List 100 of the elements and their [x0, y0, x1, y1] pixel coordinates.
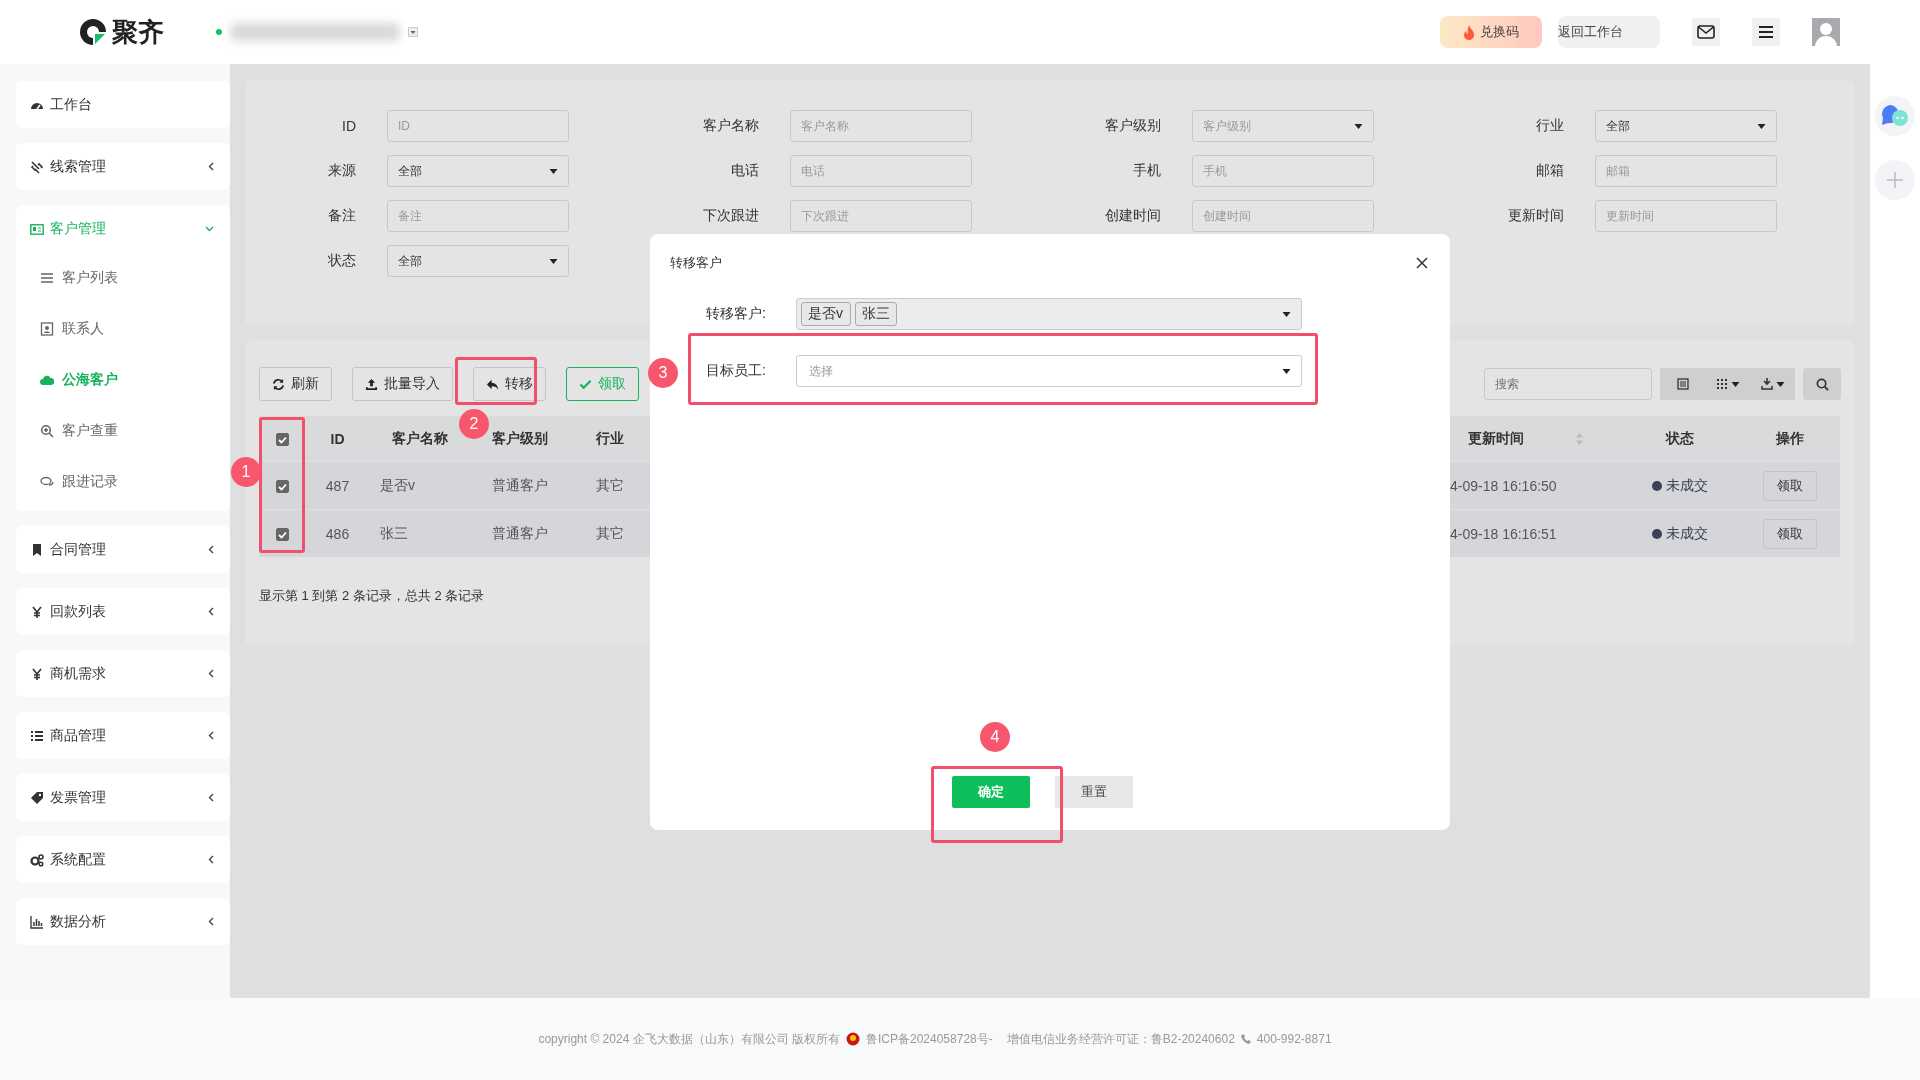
emblem-icon [846, 1032, 860, 1046]
select-field[interactable]: 全部 [1594, 110, 1777, 142]
sidebar-label: 合同管理 [50, 540, 106, 559]
select-field[interactable]: 是否v 张三 [796, 298, 1302, 330]
input-field[interactable]: ID [387, 110, 569, 142]
field-label: 更新时间 [1506, 207, 1564, 225]
chat-button[interactable] [1875, 96, 1915, 136]
claim-button[interactable]: 领取 [1763, 518, 1817, 549]
search-icon [1815, 377, 1829, 391]
submenu-item[interactable]: 跟进记录 [16, 456, 230, 507]
search-button[interactable] [1803, 368, 1841, 400]
chevron-left-icon [208, 793, 214, 802]
mail-icon [1697, 25, 1715, 39]
download-icon [1760, 378, 1773, 390]
column-header: 客户级别 [492, 429, 548, 446]
copyright-text: copyright © 2024 企飞大数据（山东）有限公司 版权所有 [538, 1030, 840, 1048]
sort-icon [1576, 432, 1583, 445]
submenu-label: 公海客户 [62, 370, 118, 389]
field-label: ID [341, 118, 356, 134]
sidebar-item[interactable]: 系统配置 [16, 836, 230, 883]
bar-chart-icon [30, 914, 44, 929]
mail-button[interactable] [1692, 18, 1720, 46]
yen-icon [30, 604, 44, 619]
checkbox[interactable] [275, 528, 289, 542]
logo-icon [78, 17, 108, 47]
tag: 是否v [801, 302, 851, 326]
table-cell: 是否v [380, 476, 415, 493]
logo-text: 聚齐 [112, 15, 164, 49]
sidebar-item[interactable]: 工作台 [16, 81, 230, 128]
menu-button[interactable] [1752, 18, 1780, 46]
chevron-left-icon [208, 545, 214, 554]
input-field[interactable]: 创建时间 [1192, 200, 1374, 232]
sidebar-item[interactable]: 商品管理 [16, 712, 230, 759]
status-dot [216, 29, 222, 35]
field-label: 转移客户: [705, 305, 766, 323]
sidebar-label: 数据分析 [50, 912, 106, 931]
pagination-info: 显示第 1 到第 2 条记录，总共 2 条记录 [259, 587, 486, 605]
input-field[interactable]: 备注 [387, 200, 569, 232]
field-label: 来源 [327, 162, 356, 180]
select-field[interactable]: 全部 [387, 155, 569, 187]
input-field[interactable]: 手机 [1192, 155, 1374, 187]
sidebar-item[interactable]: 商机需求 [16, 650, 230, 697]
exchange-button[interactable]: 兑换码 [1440, 16, 1542, 48]
claim-button[interactable]: 领取 [1763, 470, 1817, 501]
submenu-item[interactable]: 客户查重 [16, 405, 230, 456]
sidebar-label: 客户管理 [50, 219, 106, 238]
table-cell: 普通客户 [492, 524, 548, 541]
submenu-item[interactable]: 联系人 [16, 303, 230, 354]
input-field[interactable]: 客户名称 [789, 110, 972, 142]
column-header: 状态 [1666, 429, 1694, 446]
check-icon [277, 435, 287, 444]
sidebar-label: 商机需求 [50, 664, 106, 683]
column-header: 操作 [1776, 429, 1804, 446]
chevron-left-icon [208, 669, 214, 678]
field-label: 客户名称 [701, 117, 759, 135]
sidebar-item[interactable]: 合同管理 [16, 526, 230, 573]
submenu-label: 联系人 [62, 319, 104, 338]
check-icon [277, 482, 287, 491]
zoom-in-icon [40, 423, 54, 438]
back-button[interactable]: 返回工作台 [1558, 16, 1660, 48]
checkbox[interactable] [275, 480, 289, 494]
chevron-left-icon [208, 917, 214, 926]
fire-icon [1463, 24, 1475, 40]
sidebar-label: 线索管理 [50, 157, 106, 176]
field-label: 目标员工: [705, 362, 766, 380]
caret-icon [1756, 123, 1766, 129]
toolbar-button[interactable]: 批量导入 [352, 367, 453, 401]
id-card-icon [30, 221, 44, 236]
input-field[interactable]: 下次跟进 [789, 200, 972, 232]
field-label: 行业 [1534, 117, 1564, 135]
reset-button[interactable]: 重置 [1054, 776, 1133, 808]
phone-icon [1240, 1034, 1251, 1044]
sidebar-item[interactable]: 回款列表 [16, 588, 230, 635]
chevron-left-icon [208, 162, 214, 171]
submenu-label: 客户查重 [62, 421, 118, 440]
input-field[interactable]: 电话 [789, 155, 972, 187]
field-label: 手机 [1132, 162, 1161, 180]
caret-icon [1775, 381, 1785, 387]
toolbar-button[interactable]: 转移 [473, 367, 546, 401]
input-field[interactable]: 更新时间 [1594, 200, 1777, 232]
sidebar-item[interactable]: 发票管理 [16, 774, 230, 821]
submenu-label: 客户列表 [62, 268, 118, 287]
submenu-item[interactable]: 客户列表 [16, 252, 230, 303]
sidebar-item[interactable]: 线索管理 [16, 143, 230, 190]
toolbar-button[interactable]: 刷新 [259, 367, 332, 401]
table-cell: 487 [325, 477, 350, 494]
field-label: 客户级别 [1104, 117, 1161, 135]
table-cell: 486 [325, 525, 350, 542]
select-field[interactable]: 全部 [387, 245, 569, 277]
search-field[interactable]: 搜索 [1484, 368, 1652, 400]
input-field[interactable]: 邮箱 [1594, 155, 1777, 187]
field-label: 状态 [327, 252, 356, 270]
menu-icon [1759, 26, 1773, 38]
close-icon [1416, 257, 1428, 269]
caret-icon [1730, 381, 1740, 387]
checkbox[interactable] [275, 433, 289, 447]
sidebar-item[interactable]: 数据分析 [16, 898, 230, 945]
upload-icon [365, 377, 378, 391]
check-icon [277, 530, 287, 539]
table-cell: 4-09-18 16:16:50 [1450, 477, 1557, 494]
